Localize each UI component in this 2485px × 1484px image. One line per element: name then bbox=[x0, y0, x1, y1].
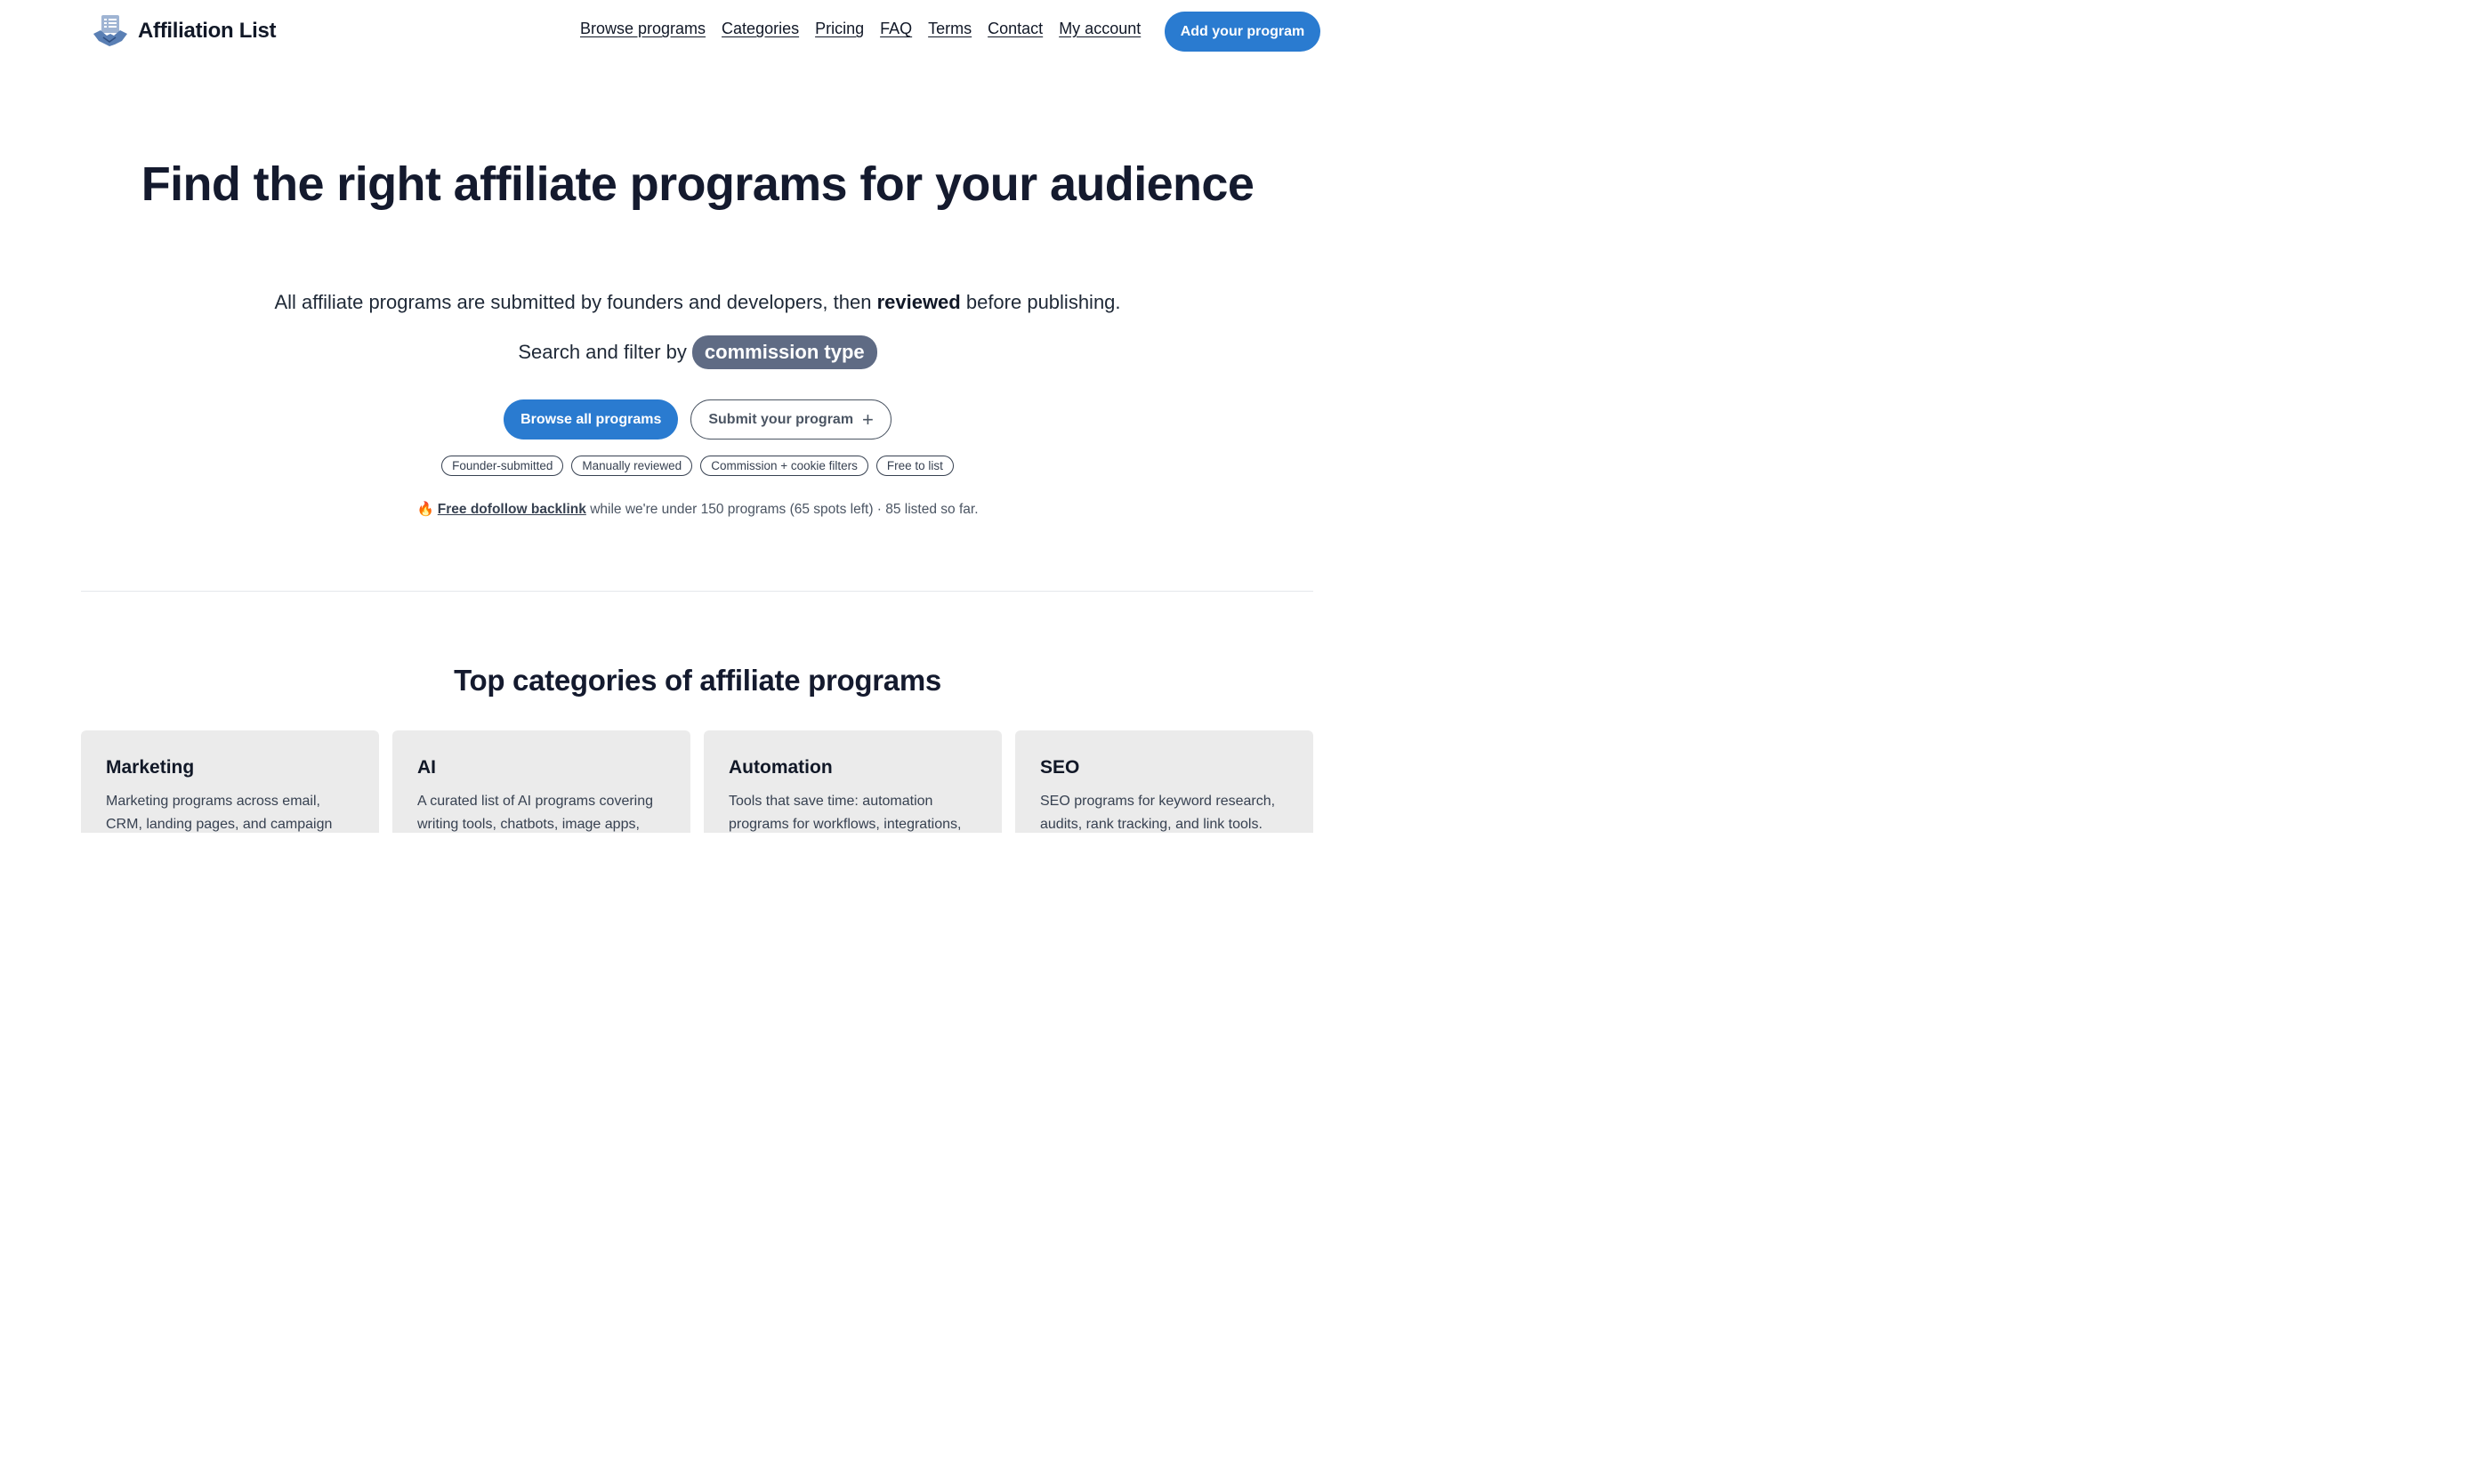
site-header: Affiliation List Browse programs Categor… bbox=[0, 0, 1395, 64]
free-backlink-link[interactable]: Free dofollow backlink bbox=[438, 502, 586, 517]
category-card-marketing[interactable]: Marketing Marketing programs across emai… bbox=[81, 730, 379, 833]
handshake-checklist-icon bbox=[93, 15, 127, 46]
category-card-desc: Marketing programs across email, CRM, la… bbox=[106, 794, 333, 832]
feature-tag: Commission + cookie filters bbox=[700, 456, 868, 476]
category-cards: Marketing Marketing programs across emai… bbox=[81, 730, 1313, 833]
feature-tag: Founder-submitted bbox=[441, 456, 564, 476]
add-program-button[interactable]: Add your program bbox=[1165, 12, 1320, 52]
hero-subtitle-start: All affiliate programs are submitted by … bbox=[274, 291, 877, 313]
nav-browse-programs[interactable]: Browse programs bbox=[580, 20, 706, 38]
main-nav: Browse programs Categories Pricing FAQ T… bbox=[580, 20, 1141, 38]
filter-prefix: Search and filter by bbox=[518, 341, 687, 363]
categories-title: Top categories of affiliate programs bbox=[454, 664, 941, 697]
nav-pricing[interactable]: Pricing bbox=[815, 20, 864, 38]
hero-subtitle-bold: reviewed bbox=[876, 291, 961, 313]
category-card-title: Automation bbox=[729, 757, 833, 778]
promo-line: 🔥 Free dofollow backlink while we're unde… bbox=[0, 501, 1395, 518]
plus-icon: + bbox=[862, 407, 874, 431]
category-card-desc: A curated list of AI programs covering w… bbox=[417, 794, 654, 832]
nav-contact[interactable]: Contact bbox=[988, 20, 1043, 38]
fire-icon: 🔥 bbox=[416, 502, 434, 517]
hero-subtitle-end: before publishing. bbox=[960, 291, 1121, 313]
hero-title: Find the right affiliate programs for yo… bbox=[141, 157, 1255, 211]
nav-terms[interactable]: Terms bbox=[928, 20, 972, 38]
nav-my-account[interactable]: My account bbox=[1059, 20, 1141, 38]
hero-filter-line: Search and filter by commission type bbox=[0, 335, 1395, 369]
page: Affiliation List Browse programs Categor… bbox=[0, 0, 1395, 833]
brand-name: Affiliation List bbox=[138, 19, 277, 43]
browse-all-programs-button[interactable]: Browse all programs bbox=[504, 399, 679, 440]
feature-tag: Free to list bbox=[875, 456, 954, 476]
category-card-title: AI bbox=[417, 757, 436, 778]
nav-faq[interactable]: FAQ bbox=[880, 20, 912, 38]
category-card-ai[interactable]: AI A curated list of AI programs coverin… bbox=[392, 730, 690, 833]
nav-categories[interactable]: Categories bbox=[722, 20, 799, 38]
brand-link[interactable]: Affiliation List bbox=[92, 12, 276, 50]
filter-rotating-pill: commission type bbox=[691, 335, 877, 369]
category-card-automation[interactable]: Automation Tools that save time: automat… bbox=[704, 730, 1002, 833]
category-card-title: Marketing bbox=[106, 757, 195, 778]
category-card-desc: SEO programs for keyword research, audit… bbox=[1040, 794, 1276, 832]
category-card-seo[interactable]: SEO SEO programs for keyword research, a… bbox=[1015, 730, 1313, 833]
hero-subtitle: All affiliate programs are submitted by … bbox=[0, 291, 1395, 314]
hero-actions: Browse all programs Submit your program … bbox=[0, 399, 1395, 440]
submit-program-button[interactable]: Submit your program + bbox=[690, 399, 892, 440]
feature-tag: Manually reviewed bbox=[571, 456, 693, 476]
submit-program-label: Submit your program bbox=[708, 411, 854, 427]
section-divider bbox=[81, 591, 1313, 592]
category-card-title: SEO bbox=[1040, 757, 1080, 778]
category-card-desc: Tools that save time: automation program… bbox=[729, 794, 962, 832]
promo-text: while we're under 150 programs (65 spots… bbox=[585, 502, 979, 517]
feature-tags: Founder-submitted Manually reviewed Comm… bbox=[0, 456, 1395, 476]
